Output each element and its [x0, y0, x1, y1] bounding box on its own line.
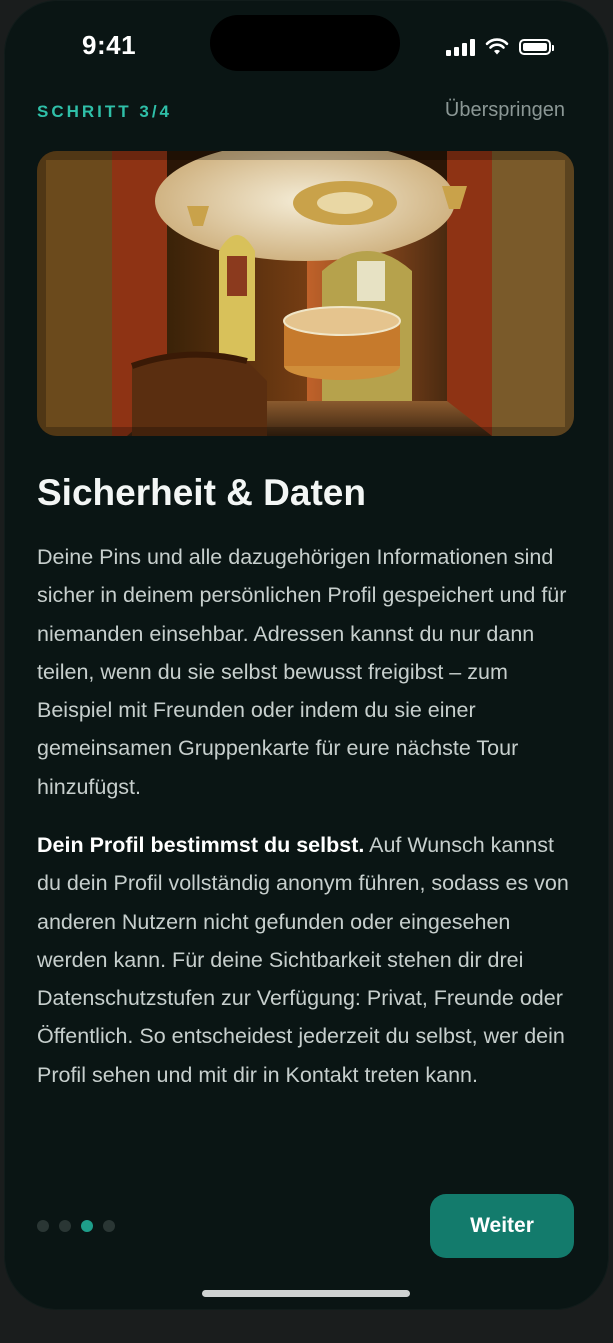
description-paragraph-2-emphasis: Dein Profil bestimmst du selbst.: [37, 833, 365, 857]
skip-button[interactable]: Überspringen: [445, 99, 565, 122]
battery-icon: [519, 39, 554, 55]
cellular-signal-icon: [446, 38, 475, 56]
hero-image: [37, 151, 574, 436]
phone-screen: 9:41 SCHRITT 3/4 Überspringen Sicherheit…: [4, 0, 609, 1310]
home-indicator[interactable]: [202, 1290, 410, 1297]
description-paragraph-2-text: Auf Wunsch kannst du dein Profil vollstä…: [37, 833, 569, 1087]
page-title: Sicherheit & Daten: [37, 472, 366, 513]
wifi-icon: [485, 38, 509, 55]
hero-illustration: [37, 151, 574, 436]
description-paragraph-2: Dein Profil bestimmst du selbst. Auf Wun…: [37, 826, 577, 1094]
next-button[interactable]: Weiter: [430, 1194, 574, 1258]
description-paragraph-1: Deine Pins und alle dazugehörigen Inform…: [37, 545, 567, 799]
pagination-dot: [103, 1220, 115, 1232]
status-bar: 9:41: [4, 0, 609, 80]
pagination-dot-active: [81, 1220, 93, 1232]
status-icons: [446, 38, 554, 56]
dynamic-island: [210, 15, 400, 71]
pagination-dots: [37, 1220, 115, 1232]
pagination-dot: [59, 1220, 71, 1232]
status-time: 9:41: [82, 30, 137, 60]
step-indicator: SCHRITT 3/4: [37, 102, 173, 121]
pagination-dot: [37, 1220, 49, 1232]
